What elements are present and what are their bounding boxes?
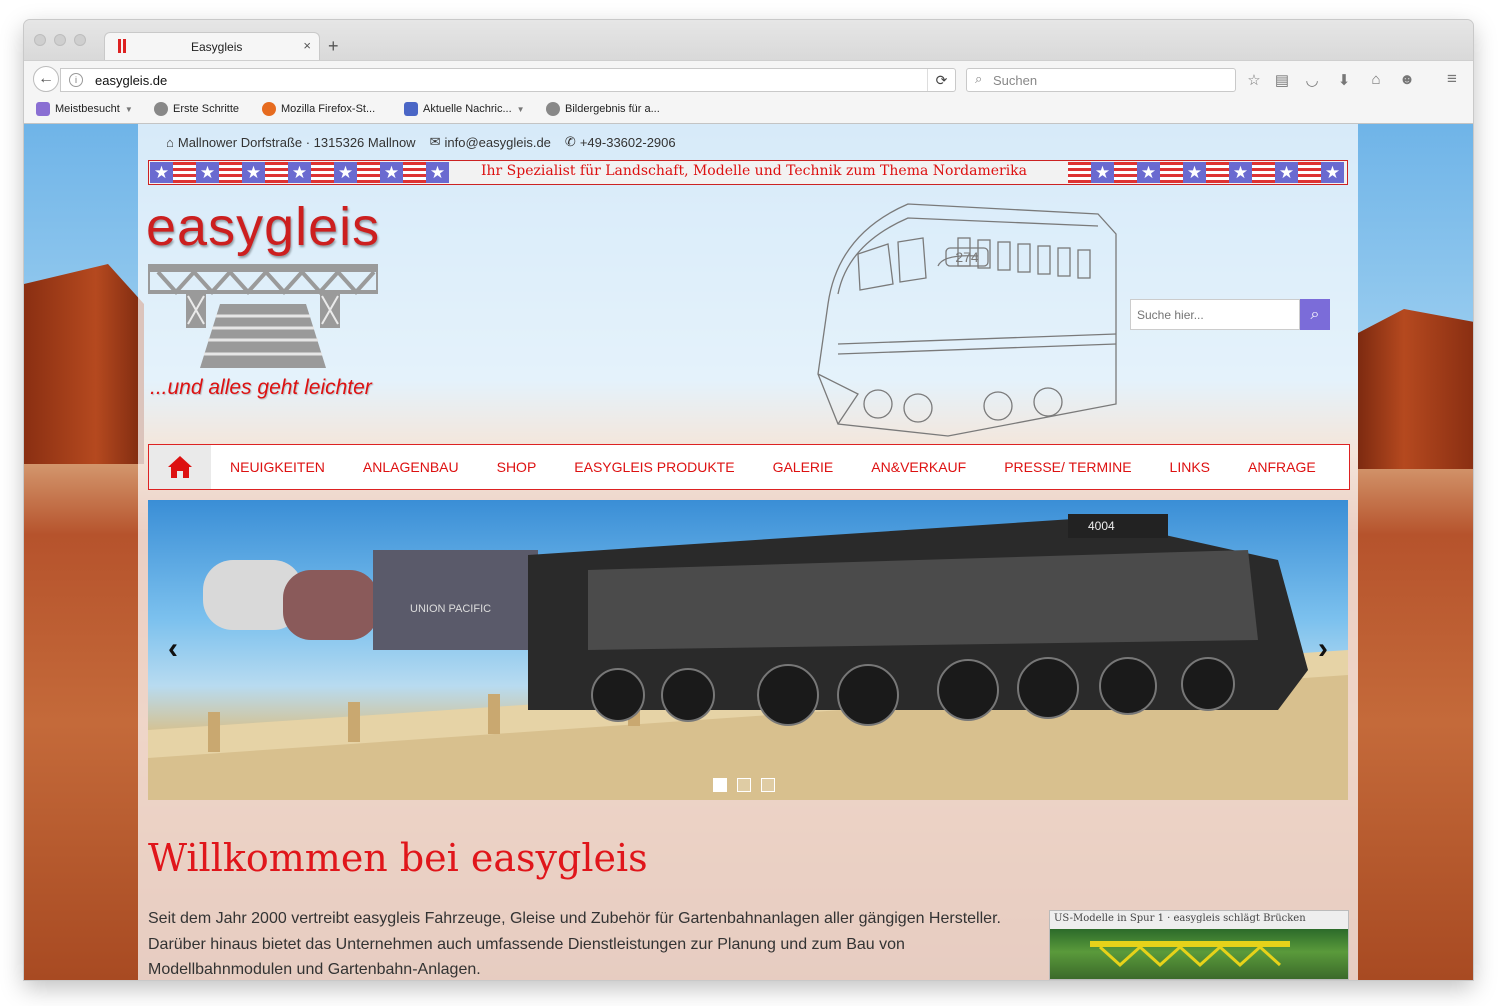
browser-window: Easygleis × + ← i easygleis.de ⟳ ⌕ Suche…	[24, 20, 1473, 980]
nav-item-galerie[interactable]: GALERIE	[754, 459, 853, 475]
menu-icon[interactable]: ≡	[1442, 69, 1462, 89]
search-icon: ⌕	[975, 71, 983, 86]
contact-bar: ⌂ Mallnower Dorfstraße · 1315326 Mallnow…	[166, 134, 676, 150]
phone-item: ✆ +49-33602-2906	[565, 134, 676, 150]
promo-bridge-graphic	[1090, 941, 1290, 968]
usa-banner: ★ ★ ★ ★ ★ ★ ★ Ihr Spezialist für Landsch…	[148, 160, 1348, 185]
background-butte-left	[24, 264, 144, 464]
nav-item-easygleis-produkte[interactable]: EASYGLEIS PRODUKTE	[555, 459, 753, 475]
nav-item-anverkauf[interactable]: AN&VERKAUF	[852, 459, 985, 475]
nav-item-presse-termine[interactable]: PRESSE/ TERMINE	[985, 459, 1150, 475]
flag-stripes-right: ★ ★ ★ ★ ★ ★	[1068, 162, 1344, 183]
site-info-icon[interactable]: i	[69, 73, 83, 87]
house-icon: ⌂	[166, 134, 174, 150]
bookmark-label: Erste Schritte	[173, 103, 240, 115]
navigation-bar: ← i easygleis.de ⟳ ⌕ Suchen ☆ ▤ ◡ ⬇ ⌂ ☻ …	[24, 60, 1473, 98]
slider-dot-1[interactable]	[713, 778, 727, 792]
search-icon: ⌕	[1310, 306, 1320, 323]
browser-search-input[interactable]: ⌕ Suchen	[966, 68, 1236, 92]
main-navigation: NEUIGKEITEN ANLAGENBAU SHOP EASYGLEIS PR…	[148, 444, 1350, 490]
nav-item-links[interactable]: LINKS	[1151, 459, 1229, 475]
bookmark-label: Meistbesucht	[55, 103, 120, 115]
envelope-icon: ✉	[429, 134, 441, 149]
globe-icon	[154, 102, 168, 116]
zoom-window-button[interactable]	[74, 34, 86, 46]
globe-icon	[546, 102, 560, 116]
new-tab-button[interactable]: +	[328, 36, 339, 57]
bookmark-bildergebnis[interactable]: Bildergebnis für a...	[546, 102, 660, 116]
site-search-input[interactable]	[1130, 299, 1300, 330]
background-butte-right	[1358, 309, 1473, 469]
tab-easygleis[interactable]: Easygleis ×	[104, 32, 320, 60]
address-item: ⌂ Mallnower Dorfstraße · 1315326 Mallnow	[166, 134, 416, 150]
loco-label: UNION PACIFIC	[410, 603, 491, 615]
web-page: ⌂ Mallnower Dorfstraße · 1315326 Mallnow…	[24, 124, 1473, 980]
favicon-icon	[117, 39, 127, 53]
rss-icon	[404, 102, 418, 116]
promo-image[interactable]: US-Modelle in Spur 1 · easygleis schlägt…	[1049, 910, 1349, 980]
slider-dot-3[interactable]	[761, 778, 775, 792]
slider-dot-2[interactable]	[737, 778, 751, 792]
site-search-button[interactable]: ⌕	[1300, 299, 1330, 330]
loco-number-plate: 4004	[1088, 519, 1115, 533]
chevron-down-icon: ▼	[516, 104, 525, 114]
url-bar[interactable]: i easygleis.de ⟳	[60, 68, 956, 92]
bookmark-star-icon[interactable]: ☆	[1244, 71, 1264, 89]
bridge-logo-icon	[148, 264, 378, 368]
chevron-down-icon: ▼	[124, 104, 133, 114]
address-text: Mallnower Dorfstraße · 1315326 Mallnow	[177, 134, 416, 150]
bookmarks-toolbar: Meistbesucht ▼ Erste Schritte Mozilla Fi…	[24, 98, 1473, 124]
phone-text: +49-33602-2906	[579, 134, 676, 150]
email-item[interactable]: ✉ info@easygleis.de	[430, 134, 551, 150]
site-search: ⌕	[1130, 299, 1330, 330]
reload-icon[interactable]: ⟳	[927, 69, 955, 91]
tab-title: Easygleis	[191, 40, 243, 54]
slider-prev-button[interactable]: ‹	[168, 632, 178, 666]
bookmark-meistbesucht[interactable]: Meistbesucht ▼	[36, 102, 133, 116]
bookmark-firefox-start[interactable]: Mozilla Firefox-St...	[262, 102, 375, 116]
bookmark-aktuelle-nachrichten[interactable]: Aktuelle Nachric... ▼	[404, 102, 525, 116]
slider-next-button[interactable]: ›	[1318, 632, 1328, 666]
nav-item-neuigkeiten[interactable]: NEUIGKEITEN	[211, 459, 344, 475]
home-icon	[168, 456, 192, 478]
tab-strip: Easygleis × +	[24, 20, 1473, 60]
site-logo[interactable]: easygleis	[146, 196, 380, 258]
intro-paragraph: Seit dem Jahr 2000 vertreibt easygleis F…	[148, 910, 1001, 978]
search-placeholder: Suchen	[993, 73, 1038, 88]
nav-item-anfrage[interactable]: ANFRAGE	[1229, 459, 1335, 475]
phone-icon: ✆	[564, 134, 576, 149]
nav-item-anlagenbau[interactable]: ANLAGENBAU	[344, 459, 478, 475]
bookmark-erste-schritte[interactable]: Erste Schritte	[154, 102, 239, 116]
welcome-heading: Willkommen bei easygleis	[148, 836, 648, 880]
minimize-window-button[interactable]	[54, 34, 66, 46]
bookmark-label: Aktuelle Nachric...	[423, 103, 512, 115]
slider-dots	[713, 778, 775, 792]
pocket-icon[interactable]: ◡	[1302, 71, 1322, 89]
nav-item-shop[interactable]: SHOP	[478, 459, 556, 475]
bookmark-label: Bildergebnis für a...	[565, 103, 660, 115]
back-button[interactable]: ←	[33, 66, 59, 92]
email-text[interactable]: info@easygleis.de	[444, 135, 550, 150]
banner-text: Ihr Spezialist für Landschaft, Modelle u…	[480, 163, 1028, 179]
page-content: ⌂ Mallnower Dorfstraße · 1315326 Mallnow…	[138, 124, 1358, 980]
image-slider: UNION PACIFIC 4004 ‹ ›	[148, 500, 1348, 800]
reader-list-icon[interactable]: ▤	[1272, 71, 1292, 89]
slide-image: UNION PACIFIC 4004	[148, 514, 1348, 800]
locomotive-drawing: 274	[817, 203, 1117, 437]
bookmark-label: Mozilla Firefox-St...	[281, 103, 376, 115]
close-window-button[interactable]	[34, 34, 46, 46]
locomotive-number: 274	[955, 249, 979, 265]
hello-icon[interactable]: ☻	[1397, 71, 1417, 88]
nav-home-button[interactable]	[149, 445, 211, 489]
downloads-icon[interactable]: ⬇	[1334, 71, 1354, 89]
url-text: easygleis.de	[95, 73, 168, 88]
home-icon[interactable]: ⌂	[1366, 71, 1386, 88]
folder-icon	[36, 102, 50, 116]
tagline: ...und alles geht leichter	[150, 376, 372, 399]
promo-caption: US-Modelle in Spur 1 · easygleis schlägt…	[1054, 913, 1306, 924]
flag-stripes-left: ★ ★ ★ ★ ★ ★ ★	[150, 162, 449, 183]
close-tab-icon[interactable]: ×	[303, 38, 311, 53]
firefox-icon	[262, 102, 276, 116]
